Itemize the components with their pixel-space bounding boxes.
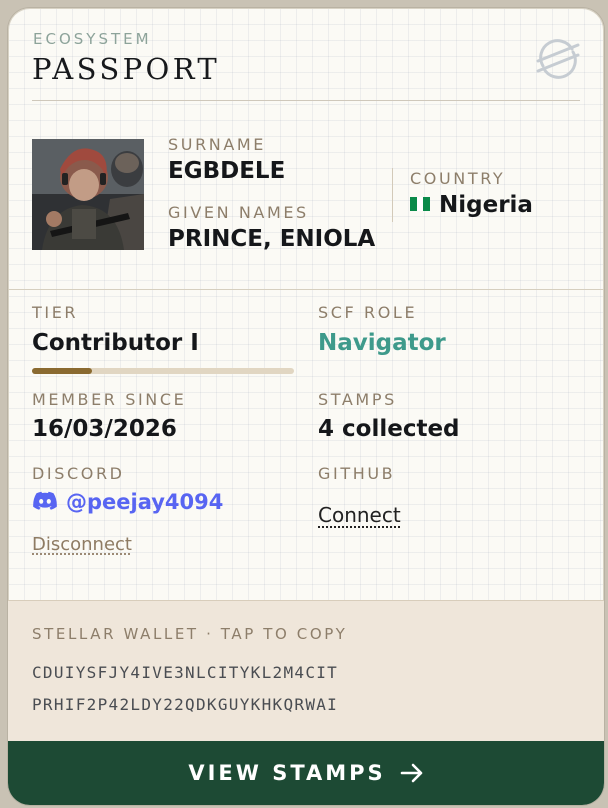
- country-name: Nigeria: [439, 192, 533, 218]
- surname-value: EGBDELE: [168, 158, 286, 184]
- wallet-address-line-1: CDUIYSFJY4IVE3NLCITYKL2M4CIT: [32, 663, 339, 682]
- discord-label: DISCORD: [32, 464, 125, 483]
- discord-handle: @peejay4094: [32, 490, 223, 514]
- given-names-value: PRINCE, ENIOLA: [168, 226, 376, 252]
- stamps-value: 4 collected: [318, 416, 460, 442]
- wallet-copy-area[interactable]: STELLAR WALLET · TAP TO COPY CDUIYSFJY4I…: [8, 600, 604, 742]
- wallet-address-line-2: PRHIF2P42LDY22QDKGUYKHKQRWAI: [32, 695, 339, 714]
- github-connect-link[interactable]: Connect: [318, 503, 401, 527]
- section-divider: [8, 289, 604, 290]
- avatar: [32, 139, 144, 250]
- tier-progress-fill: [32, 368, 93, 374]
- tier-label: TIER: [32, 303, 79, 322]
- tier-value: Contributor I: [32, 330, 199, 356]
- github-label: GITHUB: [318, 464, 396, 483]
- passport-card: ECOSYSTEM PASSPORT SURNAME EGBDELE GIVEN…: [8, 8, 604, 805]
- tier-progress-bar: [32, 368, 294, 374]
- country-label: COUNTRY: [410, 169, 506, 188]
- header-eyebrow: ECOSYSTEM: [33, 30, 152, 48]
- scf-role-value: Navigator: [318, 330, 446, 356]
- discord-handle-text: @peejay4094: [66, 490, 224, 514]
- view-stamps-label: VIEW STAMPS: [188, 761, 386, 785]
- member-since-label: MEMBER SINCE: [32, 390, 187, 409]
- view-stamps-button[interactable]: VIEW STAMPS: [8, 741, 604, 805]
- member-since-value: 16/03/2026: [32, 416, 177, 442]
- stellar-logo-icon: [536, 39, 580, 79]
- given-names-label: GIVEN NAMES: [168, 203, 309, 222]
- wallet-label: STELLAR WALLET · TAP TO COPY: [32, 625, 348, 643]
- arrow-right-icon: [400, 763, 422, 783]
- surname-label: SURNAME: [168, 135, 267, 154]
- discord-disconnect-link[interactable]: Disconnect: [32, 534, 132, 555]
- page-title: PASSPORT: [32, 52, 221, 86]
- identity-divider: [392, 168, 393, 222]
- nigeria-flag-icon: [410, 196, 430, 211]
- stamps-label: STAMPS: [318, 390, 397, 409]
- discord-icon: [33, 491, 57, 510]
- country-value: Nigeria: [410, 192, 533, 218]
- header-divider: [32, 100, 580, 101]
- scf-role-label: SCF ROLE: [318, 303, 418, 322]
